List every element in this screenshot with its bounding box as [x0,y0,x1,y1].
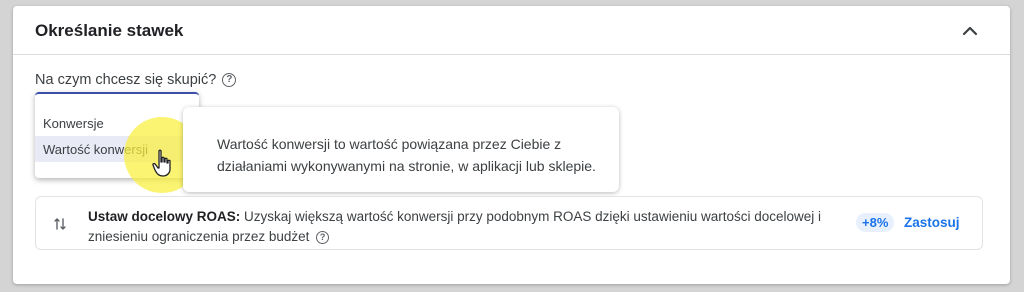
chevron-up-icon[interactable] [960,21,980,41]
hand-pointer-icon [152,149,171,177]
tooltip-text: Wartość konwersji to wartość powiązana p… [217,136,596,174]
recommendation-box: Ustaw docelowy ROAS: Uzyskaj większą war… [35,196,983,250]
card-header[interactable]: Określanie stawek [13,6,1010,55]
recommendation-text: Ustaw docelowy ROAS: Uzyskaj większą war… [88,207,828,247]
help-icon[interactable]: ? [222,73,237,87]
conversion-value-tooltip: Wartość konwersji to wartość powiązana p… [183,107,619,192]
recommendation-title: Ustaw docelowy ROAS: [88,209,241,224]
help-icon[interactable]: ? [316,230,330,244]
section-title: Określanie stawek [35,21,184,40]
uplift-badge: +8% [856,213,895,232]
swap-vertical-icon [54,218,66,230]
focus-question-label: Na czym chcesz się skupić? [35,72,217,88]
apply-button[interactable]: Zastosuj [904,215,960,230]
bidding-card: Określanie stawek Na czym chcesz się sku… [13,6,1010,284]
focus-question: Na czym chcesz się skupić? ? [35,72,237,88]
